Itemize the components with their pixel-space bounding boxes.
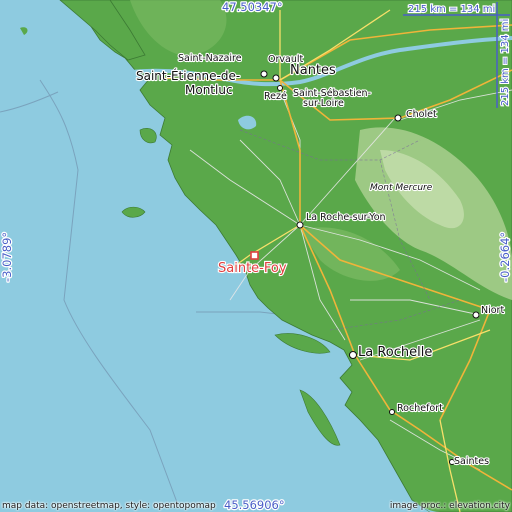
marker-nantes <box>272 74 280 82</box>
label-la-roche-sur-yon: La Roche-sur-Yon <box>306 212 386 223</box>
marker-rochefort <box>389 409 395 415</box>
scale-label-right: 215 km = 134 mi <box>500 19 511 106</box>
label-saint-nazaire: Saint-Nazaire <box>178 53 242 64</box>
label-cholet: Cholet <box>406 109 437 120</box>
marker-reze <box>277 85 283 91</box>
location-marker[interactable] <box>250 251 259 260</box>
image-credit: image proc.: elevation.city <box>389 501 510 511</box>
label-mont-mercure: Mont Mercure <box>370 183 433 193</box>
label-niort: Niort <box>481 305 504 316</box>
marker-niort <box>472 311 480 319</box>
marker-la-rochelle <box>349 351 357 359</box>
label-saint-sebastien-line2: sur-Loire <box>303 98 344 109</box>
marker-la-roche <box>296 221 304 229</box>
coord-left: -3.0789° <box>0 232 14 282</box>
coord-bottom: 45.56906° <box>224 498 285 512</box>
marker-orvault <box>260 70 268 78</box>
map-credit: map data: openstreetmap, style: opentopo… <box>2 501 216 511</box>
marker-cholet <box>394 114 402 122</box>
label-rochefort: Rochefort <box>397 403 443 414</box>
label-saint-etienne-line2: Montluc <box>185 83 233 97</box>
label-sainte-foy: Sainte-Foy <box>218 261 287 276</box>
scale-label-top: 215 km = 134 mi <box>408 4 495 15</box>
topographic-map[interactable]: Saint-Nazaire Orvault Nantes Saint-Étien… <box>0 0 512 512</box>
label-nantes: Nantes <box>290 63 336 78</box>
label-saint-etienne-line1: Saint-Étienne-de- <box>136 68 240 83</box>
label-saintes: Saintes <box>454 456 489 467</box>
label-la-rochelle: La Rochelle <box>358 345 432 360</box>
coord-top: 47.50347° <box>222 0 283 14</box>
label-reze: Rezé <box>264 91 287 102</box>
coord-right: -0.2664° <box>498 232 512 282</box>
